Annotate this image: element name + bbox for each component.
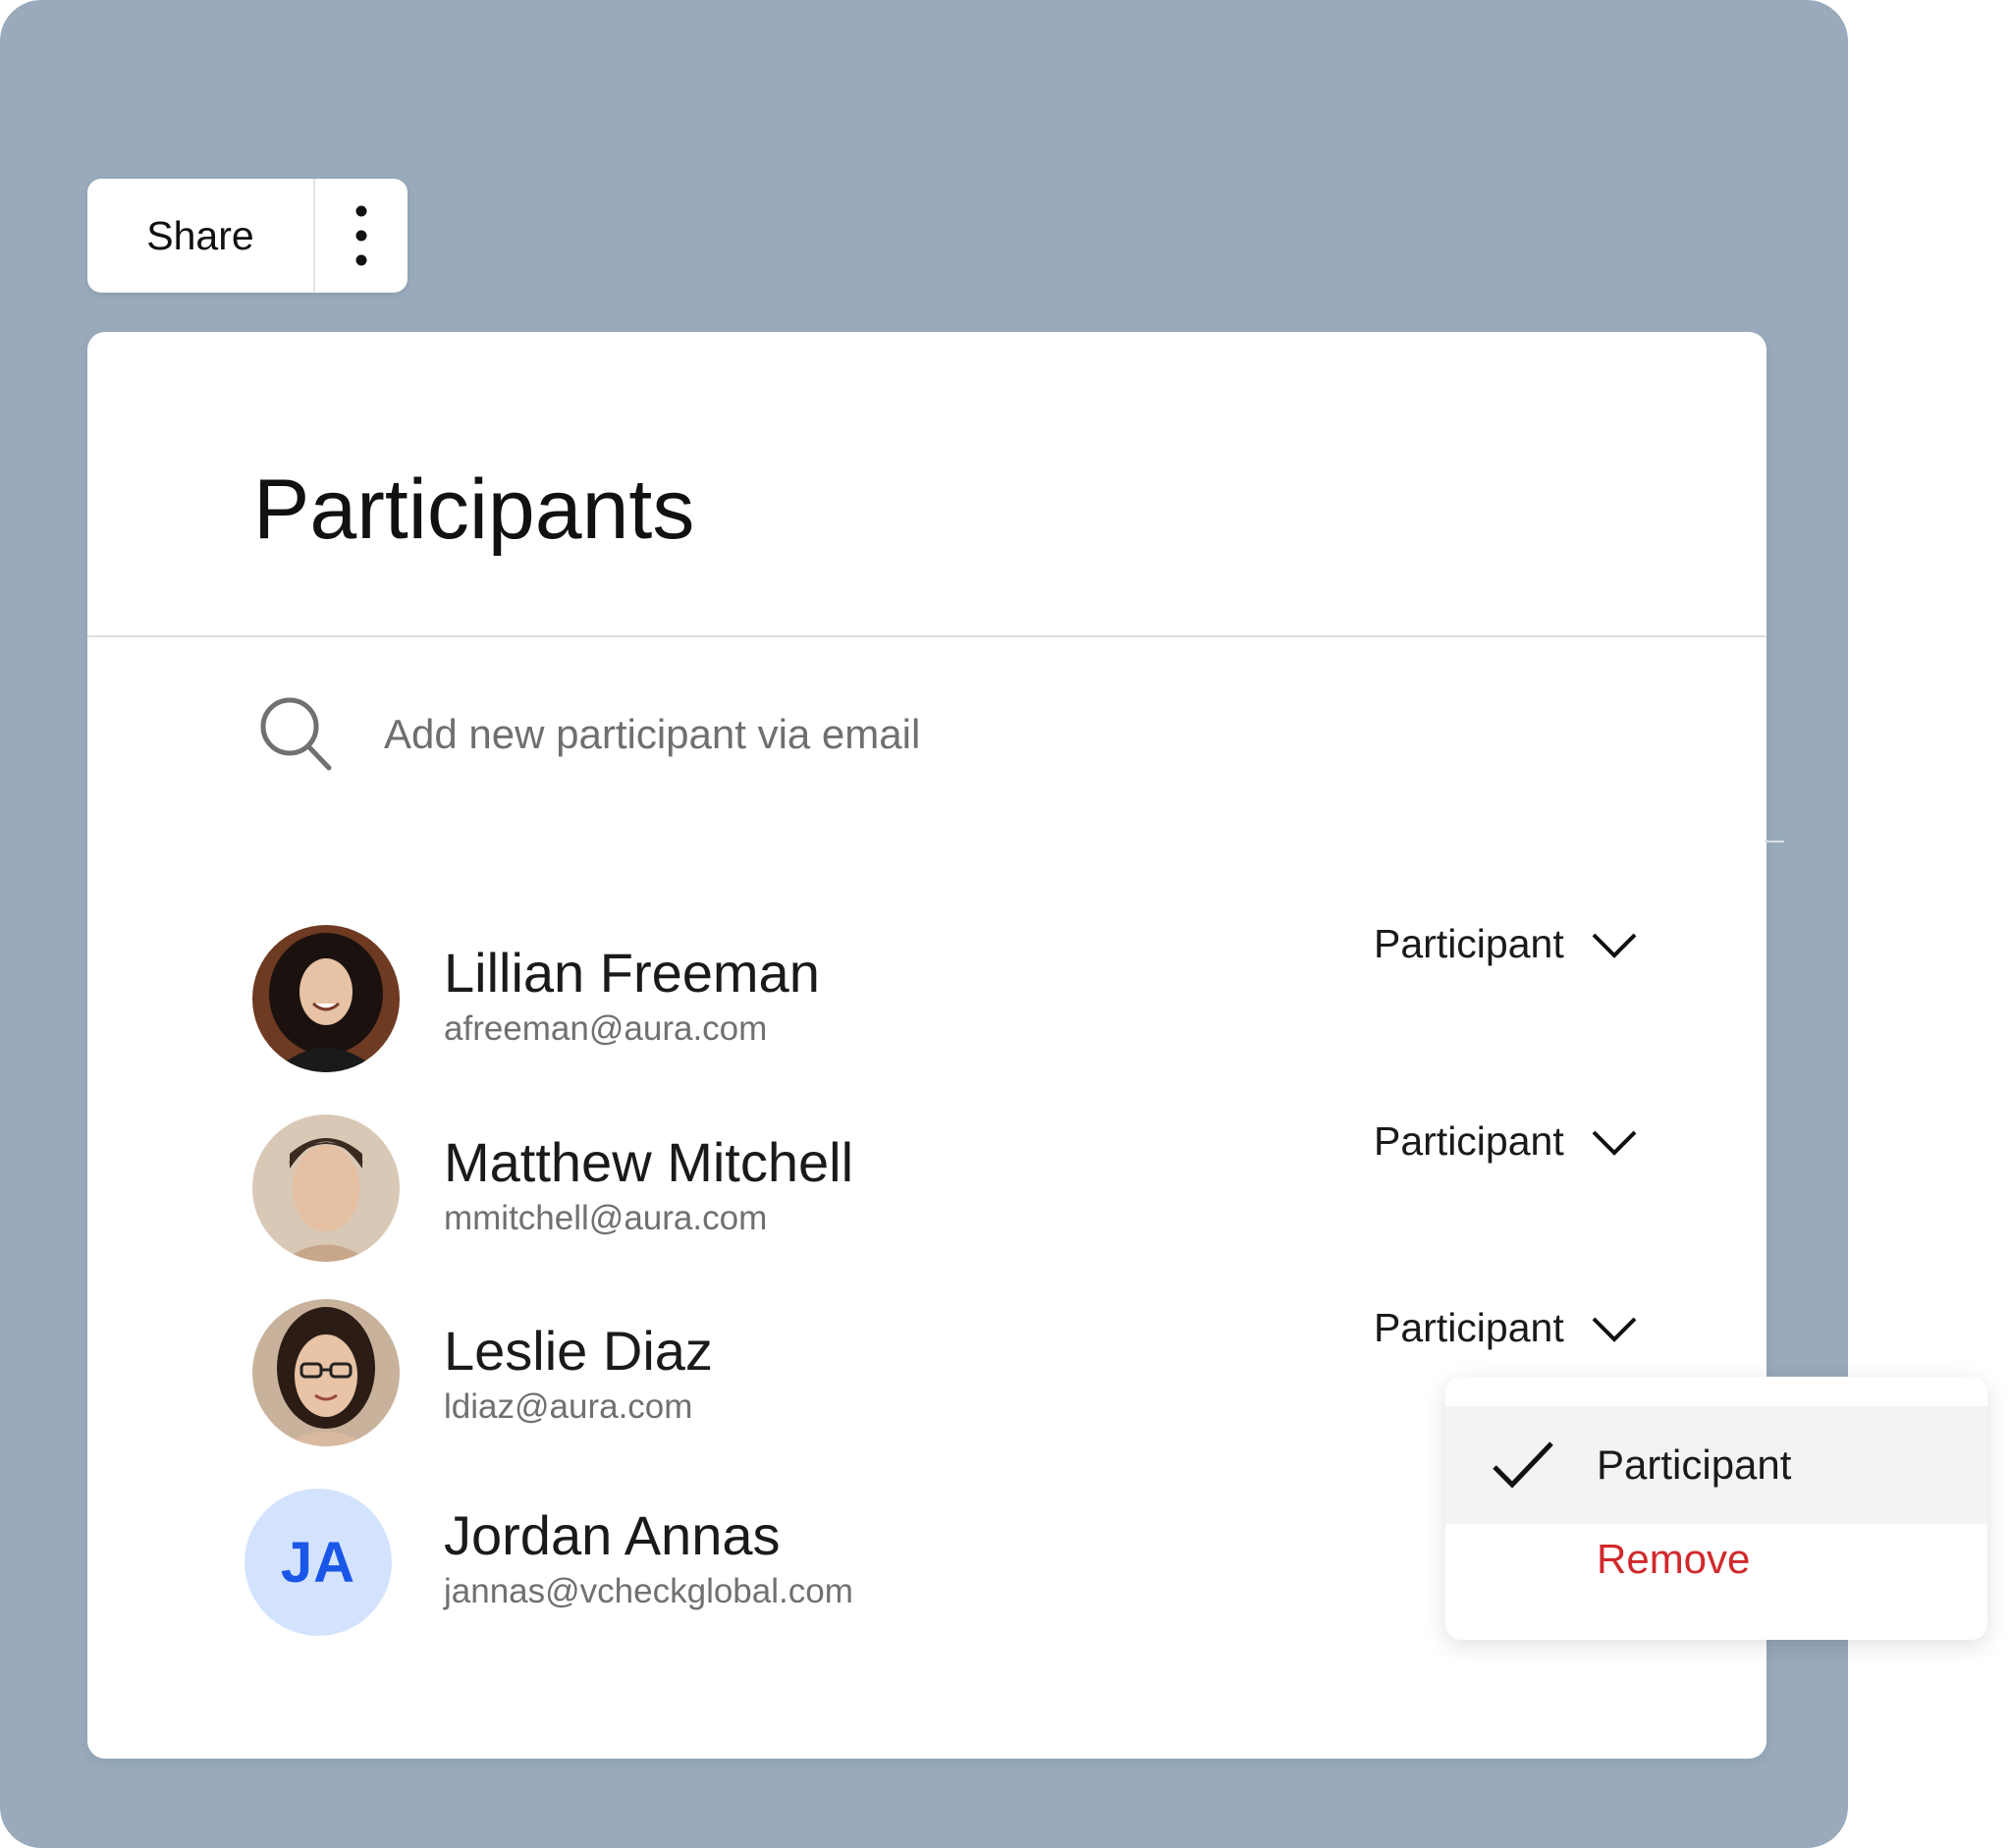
divider-mark bbox=[1765, 841, 1784, 842]
role-select-label: Participant bbox=[1374, 1118, 1564, 1164]
role-dropdown-menu: Participant Remove bbox=[1445, 1377, 1987, 1640]
chevron-down-icon bbox=[1590, 1314, 1639, 1343]
more-vertical-icon bbox=[355, 205, 367, 266]
avatar-initials: JA bbox=[245, 1489, 392, 1636]
header-divider bbox=[87, 635, 1766, 637]
avatar bbox=[252, 1299, 400, 1446]
role-select[interactable]: Participant bbox=[1374, 921, 1639, 967]
check-icon bbox=[1491, 1436, 1559, 1495]
participant-email: afreeman@aura.com bbox=[444, 1009, 768, 1048]
add-participant-email-input[interactable] bbox=[382, 710, 1270, 759]
avatar bbox=[252, 925, 400, 1072]
chevron-down-icon bbox=[1590, 930, 1639, 959]
role-select-label: Participant bbox=[1374, 1305, 1564, 1350]
participant-email: mmitchell@aura.com bbox=[444, 1199, 768, 1237]
page-title: Participants bbox=[253, 462, 695, 557]
participant-row: Matthew Mitchell mmitchell@aura.com Part… bbox=[87, 1111, 1766, 1268]
share-button[interactable]: Share bbox=[87, 179, 315, 293]
role-select[interactable]: Participant bbox=[1374, 1305, 1639, 1351]
participant-email: jannas@vcheckglobal.com bbox=[444, 1572, 853, 1610]
search-row bbox=[256, 685, 1533, 784]
participant-email: ldiaz@aura.com bbox=[444, 1387, 693, 1426]
avatar bbox=[252, 1114, 400, 1262]
participant-name: Jordan Annas bbox=[444, 1504, 781, 1566]
participant-row: Lillian Freeman afreeman@aura.com Partic… bbox=[87, 921, 1766, 1078]
role-select[interactable]: Participant bbox=[1374, 1118, 1639, 1165]
chevron-down-icon bbox=[1590, 1127, 1639, 1157]
menu-item-label: Remove bbox=[1597, 1536, 1751, 1582]
participant-name: Matthew Mitchell bbox=[444, 1131, 854, 1193]
menu-item-label: Participant bbox=[1597, 1441, 1792, 1488]
search-icon bbox=[256, 695, 335, 774]
menu-item-remove[interactable]: Remove bbox=[1445, 1512, 1987, 1606]
participant-name: Leslie Diaz bbox=[444, 1320, 713, 1382]
menu-item-participant[interactable]: Participant bbox=[1445, 1406, 1987, 1524]
participant-name: Lillian Freeman bbox=[444, 942, 820, 1004]
share-toolbar: Share bbox=[87, 179, 408, 293]
role-select-label: Participant bbox=[1374, 921, 1564, 966]
more-options-button[interactable] bbox=[315, 179, 408, 293]
